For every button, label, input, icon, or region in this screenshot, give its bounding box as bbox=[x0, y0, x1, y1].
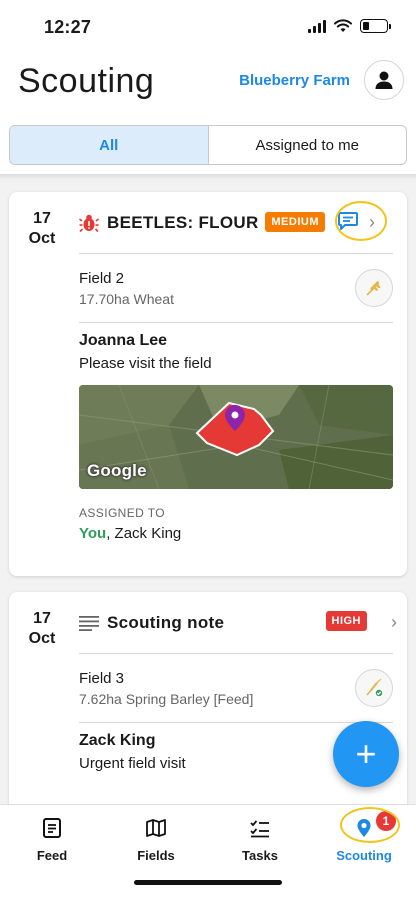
divider bbox=[79, 722, 393, 723]
card-header: BEETLES: FLOUR MEDIUM › bbox=[79, 201, 393, 241]
nav-label: Tasks bbox=[242, 848, 278, 863]
map-provider-logo: Google bbox=[87, 461, 147, 480]
assigned-to-label: ASSIGNED TO bbox=[79, 506, 165, 520]
note-lines-icon bbox=[79, 616, 99, 631]
filter-segmented-control: All Assigned to me bbox=[9, 125, 407, 165]
home-indicator bbox=[134, 880, 282, 885]
chevron-right-icon[interactable]: › bbox=[391, 612, 397, 633]
date-day: 17 bbox=[33, 610, 51, 627]
profile-avatar-button[interactable] bbox=[364, 60, 404, 100]
card-date: 17 Oct bbox=[23, 210, 61, 248]
divider bbox=[79, 653, 393, 654]
note-message: Urgent field visit bbox=[79, 755, 186, 772]
nav-label: Feed bbox=[36, 848, 68, 863]
nav-label: Fields bbox=[137, 848, 175, 863]
author-name: Joanna Lee bbox=[79, 332, 168, 349]
status-bar: 12:27 bbox=[0, 0, 416, 54]
crop-wheat-button[interactable] bbox=[355, 269, 393, 307]
cellular-signal-icon bbox=[308, 19, 326, 33]
battery-icon bbox=[360, 19, 391, 33]
nav-label: Scouting bbox=[336, 848, 392, 863]
date-month: Oct bbox=[28, 230, 56, 247]
scouting-card[interactable]: 17 Oct BEETLES: FLOUR MEDIUM › Field 2 1… bbox=[9, 192, 407, 576]
field-name: Field 2 bbox=[79, 270, 125, 287]
add-scouting-note-button[interactable]: + bbox=[333, 721, 399, 787]
severity-badge: HIGH bbox=[325, 611, 367, 631]
tab-all[interactable]: All bbox=[10, 126, 209, 164]
date-month: Oct bbox=[28, 630, 56, 647]
assigned-you: You bbox=[79, 525, 107, 542]
farm-selector-link[interactable]: Blueberry Farm bbox=[239, 72, 350, 89]
wifi-icon bbox=[334, 19, 352, 32]
divider bbox=[79, 322, 393, 323]
status-icons bbox=[308, 19, 391, 33]
tab-assigned-to-me[interactable]: Assigned to me bbox=[209, 126, 407, 164]
assigned-others: , Zack King bbox=[106, 525, 182, 542]
field-description: 7.62ha Spring Barley [Feed] bbox=[79, 691, 254, 707]
divider bbox=[79, 253, 393, 254]
crop-barley-button[interactable] bbox=[355, 669, 393, 707]
date-day: 17 bbox=[33, 210, 51, 227]
card-header: Scouting note HIGH › bbox=[79, 609, 397, 637]
nav-item-tasks[interactable]: Tasks bbox=[210, 817, 310, 863]
feed-doc-icon bbox=[43, 818, 61, 838]
bug-icon bbox=[79, 214, 99, 233]
note-message: Please visit the field bbox=[79, 355, 212, 372]
field-description: 17.70ha Wheat bbox=[79, 291, 174, 307]
checklist-icon bbox=[250, 820, 269, 838]
assigned-to-names: You, Zack King bbox=[79, 525, 181, 542]
severity-badge: MEDIUM bbox=[265, 212, 325, 232]
page-title: Scouting bbox=[18, 62, 155, 100]
status-time: 12:27 bbox=[44, 17, 92, 37]
nav-item-feed[interactable]: Feed bbox=[2, 817, 102, 863]
wheat-icon bbox=[366, 281, 381, 296]
scouting-feed[interactable]: 17 Oct BEETLES: FLOUR MEDIUM › Field 2 1… bbox=[0, 174, 416, 804]
nav-item-scouting[interactable]: Scouting 1 bbox=[314, 807, 414, 863]
person-icon bbox=[375, 71, 393, 89]
barley-icon bbox=[366, 678, 384, 698]
field-map-thumbnail[interactable]: Google bbox=[79, 385, 393, 489]
highlight-annotation bbox=[335, 201, 387, 241]
card-date: 17 Oct bbox=[23, 610, 61, 648]
author-name: Zack King bbox=[79, 732, 156, 749]
highlight-annotation bbox=[340, 807, 400, 843]
card-title: Scouting note bbox=[107, 613, 225, 632]
field-name: Field 3 bbox=[79, 670, 125, 687]
card-title: BEETLES: FLOUR bbox=[107, 213, 259, 232]
map-icon bbox=[146, 819, 166, 837]
bottom-navigation: Feed Fields Tasks Scouting 1 bbox=[0, 804, 416, 900]
nav-item-fields[interactable]: Fields bbox=[106, 817, 206, 863]
